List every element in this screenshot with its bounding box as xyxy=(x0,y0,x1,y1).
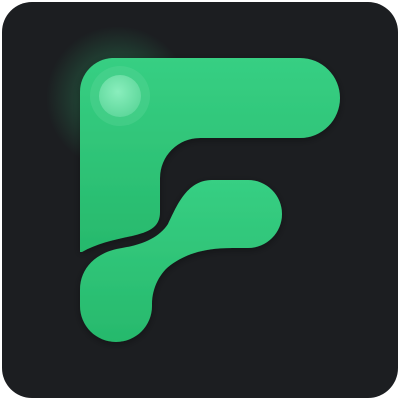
app-icon xyxy=(0,0,400,400)
dot-icon xyxy=(99,75,141,117)
f-logo-icon xyxy=(2,2,398,398)
